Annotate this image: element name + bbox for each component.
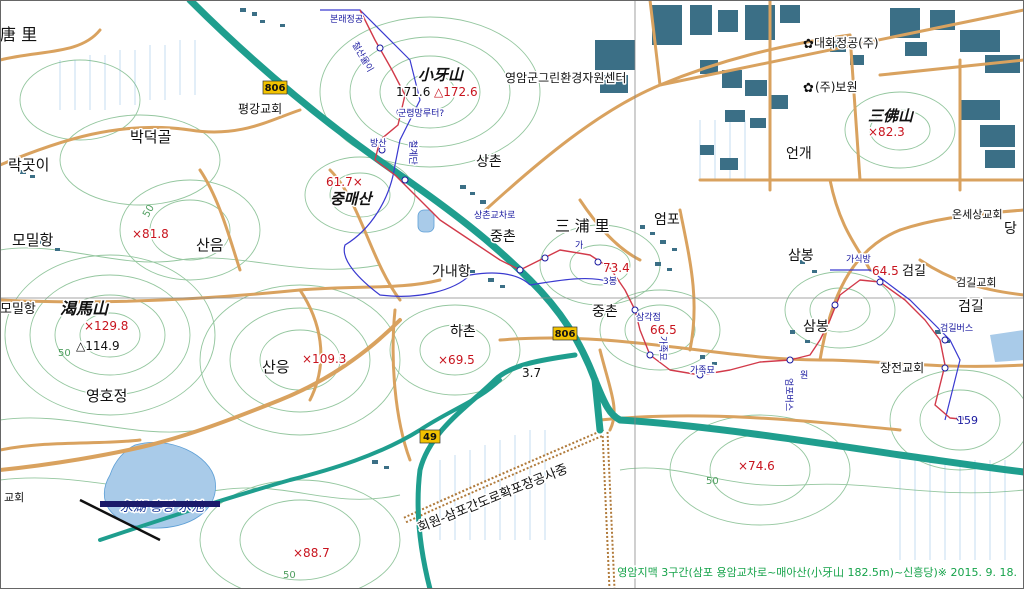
elev-109-3: ×109.3 <box>302 352 346 366</box>
elev-64-5: 64.5 <box>872 264 899 278</box>
place-gimgil: 검길 <box>902 264 926 279</box>
elev-82-3: ×82.3 <box>868 125 905 139</box>
reservoir-bar <box>100 501 220 507</box>
elev-69-5: ×69.5 <box>438 353 475 367</box>
place-pyeonggang-church: 평강교회 <box>238 102 282 116</box>
place-eompo: 엄포 <box>654 212 680 228</box>
contour-50-a: 50 <box>141 203 157 220</box>
place-sambong: 삼봉 <box>788 248 814 264</box>
place-momilhang-2: 모밀항 <box>0 302 36 317</box>
blue-track <box>320 9 961 421</box>
place-jangjeon-church: 장전교회 <box>880 361 924 375</box>
svg-text:49: 49 <box>423 432 437 443</box>
place-tang-ri: 唐 里 <box>0 25 37 44</box>
elev-73-4: 73.4 <box>603 261 630 275</box>
place-saneum: 산음 <box>196 236 224 254</box>
place-momilhang: 모밀항 <box>12 231 54 249</box>
route-label-jeupok: 3봉 <box>603 276 617 287</box>
svg-text:806: 806 <box>265 83 286 94</box>
place-ganaehang: 가내항 <box>432 264 471 280</box>
place-hachon: 하촌 <box>450 324 476 340</box>
place-daehwa: 대화정공(주) <box>814 36 879 50</box>
route-label-sangchon-junction: 상촌교차로 <box>474 209 515 221</box>
route-label-family-grave: 가족묘 <box>690 365 715 376</box>
route-label-bonneaejeong: 본래정공 <box>330 14 363 25</box>
route-label-won: 원 <box>800 370 808 381</box>
route-label-eompo-bus: 엄포버스 <box>783 378 795 411</box>
place-eongae: 언개 <box>786 146 812 162</box>
factory-icon: ✿ ✿ <box>803 37 814 96</box>
place-onse-church: 온세상교회 <box>952 208 1003 221</box>
place-yeonghojeong: 영호정 <box>86 387 127 405</box>
road-shield-806-south: 806 <box>552 326 578 341</box>
place-bowon: (주)보원 <box>815 80 857 94</box>
elev-114-9: △114.9 <box>76 339 120 353</box>
place-sambulsan: 三佛山 <box>868 107 915 125</box>
elev-81-8: ×81.8 <box>132 227 169 241</box>
place-saneung: 산응 <box>262 358 290 376</box>
elev-171-6: 171.6 <box>396 85 430 99</box>
place-sampo-ri: 三 浦 里 <box>555 217 610 235</box>
construction-road <box>403 428 616 589</box>
route-label-bangsan: 방산 <box>370 138 387 149</box>
place-jungchon-2: 중촌 <box>592 304 618 320</box>
place-sambong-2: 삼봉 <box>803 319 829 335</box>
elev-66-5: 66.5 <box>650 323 677 337</box>
route-label-cheolsan: 철산울이 <box>349 40 375 74</box>
place-gimgil-church: 검길교회 <box>956 276 996 289</box>
place-gal-ma-san: 渴馬山 <box>60 299 110 318</box>
route-label-gunryeong: 군령망루터? <box>398 107 444 119</box>
elev-129-8: ×129.8 <box>84 319 128 333</box>
route-label-gajeok: 가족묘 <box>657 336 668 361</box>
svg-text:✿: ✿ <box>803 81 814 96</box>
elev-3-7: 3.7 <box>522 366 541 380</box>
place-construction: 회원-삼포간도로확포장공사중 <box>416 462 570 536</box>
svg-text:✿: ✿ <box>803 37 814 52</box>
map-caption: 영암지맥 3구간(삼포 용암교차로~매아산(小牙山 182.5m)~신흥당)※ … <box>617 565 1017 579</box>
place-sangchon: 상촌 <box>476 154 502 170</box>
road-shield-806-north: 806 <box>262 80 288 95</box>
place-rakgongi: 락곳이 <box>8 156 49 174</box>
contour-50-b: 50 <box>58 348 71 359</box>
map-canvas[interactable]: 806 806 49 ✿ ✿ 唐 里 박덕골 락곳이 모밀항 산음 渴馬山 모밀… <box>0 0 1024 589</box>
route-label-gasikbang: 가식방 <box>846 254 871 265</box>
place-gimgil-2: 검길 <box>958 299 984 315</box>
route-label-triangulation: 삼각점 <box>636 311 661 323</box>
elev-74-6: ×74.6 <box>738 459 775 473</box>
svg-text:806: 806 <box>555 329 576 340</box>
contour-50-c: 50 <box>706 476 719 487</box>
road-shield-49: 49 <box>419 429 441 444</box>
route-label-ga: 가 <box>575 240 583 251</box>
elev-159: 159 <box>957 414 978 427</box>
route-label-cheolgye: 철계단 <box>407 140 419 165</box>
place-bakdeokgol: 박덕골 <box>130 128 171 146</box>
place-jungchon: 중촌 <box>490 229 516 245</box>
elev-172-6: △172.6 <box>434 85 478 99</box>
route-label-gimgil-bus: 검길버스 <box>940 322 973 334</box>
elev-61-7: 61.7× <box>326 175 363 189</box>
contour-50-d: 50 <box>283 570 296 581</box>
topographic-map[interactable]: 806 806 49 ✿ ✿ 唐 里 박덕골 락곳이 모밀항 산음 渴馬山 모밀… <box>0 0 1024 589</box>
place-dang: 당 <box>1004 221 1017 237</box>
place-green-center: 영암군그린환경자원센터 <box>505 71 626 85</box>
elev-88-7: ×88.7 <box>293 546 330 560</box>
place-jungmaesan: 중매산 <box>330 190 374 208</box>
place-so-a-san: 小牙山 <box>418 66 465 84</box>
place-church-left: 교회 <box>4 491 24 504</box>
